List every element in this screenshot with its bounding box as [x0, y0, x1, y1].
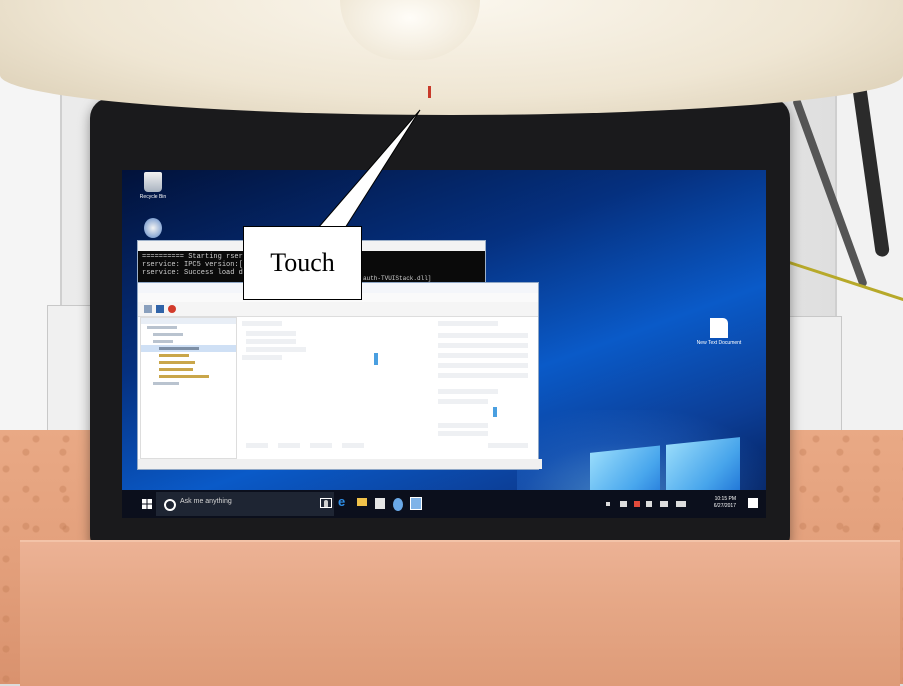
- touch-callout: Touch: [243, 226, 362, 300]
- callout-pointer: [316, 109, 421, 229]
